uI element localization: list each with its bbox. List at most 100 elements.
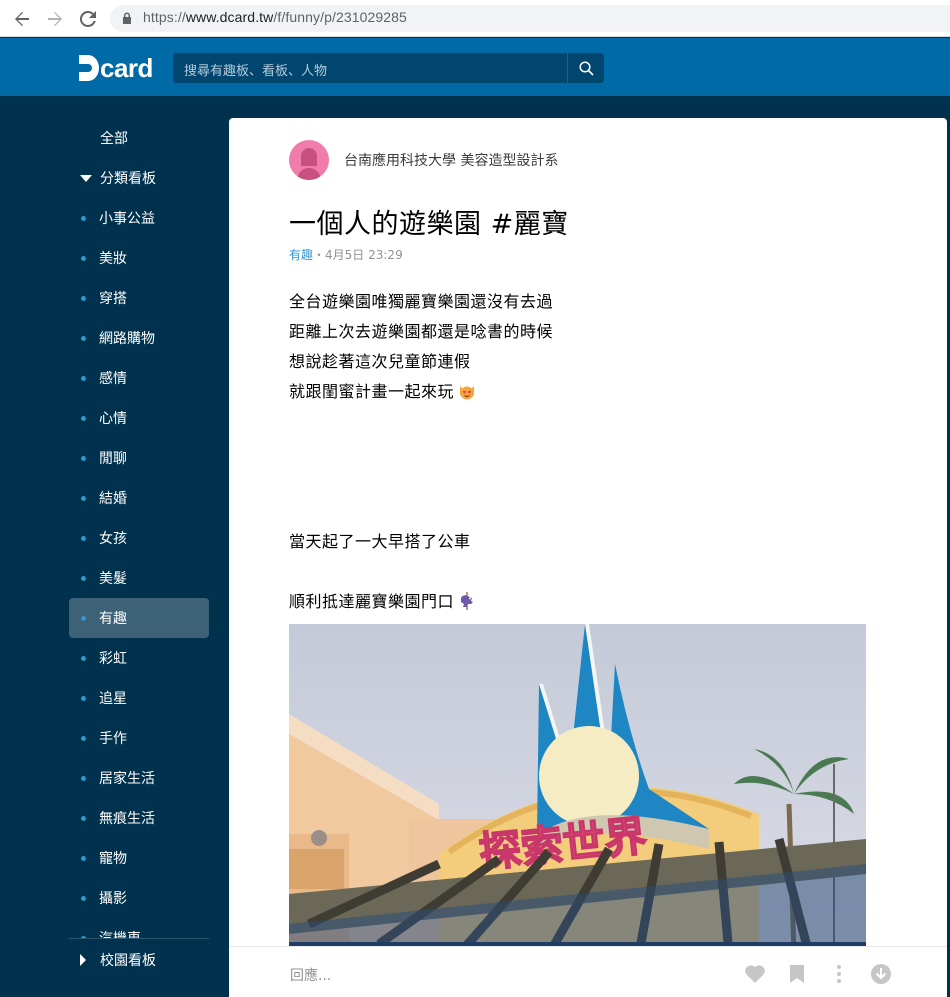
logo-text: card xyxy=(100,53,153,83)
post-image[interactable]: 探索世界 xyxy=(289,624,866,954)
post-line: 全台遊樂園唯獨麗寶樂園還沒有去過 xyxy=(289,292,554,311)
post-line-with-emoji: 就跟閨蜜計畫一起來玩 xyxy=(289,378,476,402)
search-icon xyxy=(578,60,594,76)
bullet-dot-icon xyxy=(81,255,86,261)
post-card: 台南應用科技大學 美容造型設計系 一個人的遊樂園 #麗寶 有趣・4月5日 23:… xyxy=(229,118,947,997)
post-author[interactable]: 台南應用科技大學 美容造型設計系 xyxy=(344,150,558,170)
sidebar-item-label: 心情 xyxy=(99,411,127,427)
post-line-with-emoji: 順利抵達麗寶樂園門口 xyxy=(289,588,476,612)
search-button[interactable] xyxy=(567,53,604,83)
more-options-button[interactable] xyxy=(828,963,850,985)
bullet-dot-icon xyxy=(81,775,86,781)
post-date: 4月5日 23:29 xyxy=(325,248,403,262)
bullet-dot-icon xyxy=(81,415,86,421)
bullet-dot-icon xyxy=(81,535,86,541)
post-title: 一個人的遊樂園 #麗寶 xyxy=(289,209,569,240)
sidebar: 全部 分類看板 小事公益 美妝 穿搭 網路購物 感情 心情 閒聊 結婚 女孩 美髮 有趣 彩虹 追星 手作… xyxy=(0,98,229,997)
reply-bar: 回應... xyxy=(229,946,947,997)
sidebar-item-label: 寵物 xyxy=(99,851,127,867)
post-line-text: 順利抵達麗寶樂園門口 xyxy=(289,592,455,611)
sidebar-item[interactable]: 無痕生活 xyxy=(69,798,209,838)
back-button[interactable] xyxy=(9,6,35,32)
reload-button[interactable] xyxy=(75,6,101,32)
post-forum-link[interactable]: 有趣 xyxy=(289,248,313,262)
like-button[interactable] xyxy=(744,963,766,985)
sidebar-item[interactable]: 網路購物 xyxy=(69,318,209,358)
sidebar-item[interactable]: 彩虹 xyxy=(69,638,209,678)
bullet-dot-icon xyxy=(81,735,86,741)
browser-toolbar: https://www.dcard.tw/f/funny/p/231029285 xyxy=(0,0,950,37)
scroll-down-button[interactable] xyxy=(870,963,892,985)
bullet-dot-icon xyxy=(81,815,86,821)
sidebar-item-label: 小事公益 xyxy=(99,211,155,227)
post-meta: 有趣・4月5日 23:29 xyxy=(289,246,403,263)
heart-eyes-cat-emoji-icon xyxy=(460,386,475,400)
sidebar-item-label: 手作 xyxy=(99,731,127,747)
sidebar-item[interactable]: 寵物 xyxy=(69,838,209,878)
search-input[interactable]: 搜尋有趣板、看板、人物 xyxy=(173,53,567,83)
bullet-dot-icon xyxy=(81,375,86,381)
sidebar-item[interactable]: 汽機車 xyxy=(69,918,209,938)
meta-separator: ・ xyxy=(313,248,326,262)
bullet-dot-icon xyxy=(81,895,86,901)
sidebar-item[interactable]: 心情 xyxy=(69,398,209,438)
female-avatar-icon xyxy=(297,148,321,180)
sidebar-item[interactable]: 穿搭 xyxy=(69,278,209,318)
bookmark-button[interactable] xyxy=(786,963,808,985)
carousel-horse-emoji-icon xyxy=(461,592,474,610)
sidebar-item[interactable]: 小事公益 xyxy=(69,198,209,238)
bookmark-icon xyxy=(790,965,804,983)
sidebar-item[interactable]: 居家生活 xyxy=(69,758,209,798)
arrow-down-circle-icon xyxy=(871,964,891,984)
sidebar-item[interactable]: 美妝 xyxy=(69,238,209,278)
sidebar-item-label: 感情 xyxy=(99,371,127,387)
arrow-right-icon xyxy=(48,12,62,26)
bullet-dot-icon xyxy=(81,855,86,861)
sidebar-item[interactable]: 有趣 xyxy=(69,598,209,638)
bullet-dot-icon xyxy=(81,655,86,661)
reply-input[interactable]: 回應... xyxy=(290,965,331,985)
heart-icon xyxy=(745,965,765,983)
sidebar-item[interactable]: 閒聊 xyxy=(69,438,209,478)
lock-icon xyxy=(123,12,131,24)
sidebar-item-label: 攝影 xyxy=(99,891,127,907)
sidebar-campus-toggle[interactable]: 校園看板 xyxy=(80,950,156,970)
address-bar[interactable]: https://www.dcard.tw/f/funny/p/231029285 xyxy=(110,5,950,32)
sidebar-item[interactable]: 結婚 xyxy=(69,478,209,518)
bullet-dot-icon xyxy=(81,495,86,501)
bullet-dot-icon xyxy=(81,615,86,621)
sidebar-campus-label: 校園看板 xyxy=(100,953,156,969)
bullet-dot-icon xyxy=(81,295,86,301)
sidebar-item[interactable]: 攝影 xyxy=(69,878,209,918)
reload-icon xyxy=(80,11,96,27)
sidebar-item-label: 汽機車 xyxy=(99,928,141,938)
sidebar-item[interactable]: 手作 xyxy=(69,718,209,758)
sidebar-divider xyxy=(69,938,209,939)
url-host: www.dcard.tw xyxy=(185,9,274,25)
bullet-dot-icon xyxy=(81,575,86,581)
post-line: 距離上次去遊樂園都還是唸書的時候 xyxy=(289,322,554,341)
triangle-right-icon xyxy=(80,954,86,966)
sidebar-item[interactable]: 美髮 xyxy=(69,558,209,598)
bullet-dot-icon xyxy=(81,695,86,701)
sidebar-item-label: 無痕生活 xyxy=(99,811,155,827)
sidebar-item[interactable]: 追星 xyxy=(69,678,209,718)
dcard-logo[interactable]: card xyxy=(79,54,153,82)
theme-park-entrance-image: 探索世界 xyxy=(289,624,866,954)
arrow-left-icon xyxy=(15,12,29,26)
sidebar-item[interactable]: 感情 xyxy=(69,358,209,398)
url-path: /f/funny/p/231029285 xyxy=(273,9,407,25)
avatar[interactable] xyxy=(289,140,329,180)
sidebar-item-label: 女孩 xyxy=(99,531,127,547)
bullet-dot-icon xyxy=(81,215,86,221)
post-line: 想說趁著這次兒童節連假 xyxy=(289,352,471,371)
sidebar-forum-list: 小事公益美妝穿搭網路購物感情心情閒聊結婚女孩美髮 有趣彩虹追星手作居家生活無痕生活… xyxy=(69,98,209,938)
sidebar-item[interactable]: 女孩 xyxy=(69,518,209,558)
sidebar-item-label: 美妝 xyxy=(99,251,127,267)
sidebar-item-label: 網路購物 xyxy=(99,331,155,347)
sidebar-item-label: 彩虹 xyxy=(99,651,127,667)
more-vertical-icon xyxy=(837,965,841,983)
sidebar-item-label: 結婚 xyxy=(99,491,127,507)
forward-button[interactable] xyxy=(42,6,68,32)
post-line-text: 就跟閨蜜計畫一起來玩 xyxy=(289,382,455,401)
